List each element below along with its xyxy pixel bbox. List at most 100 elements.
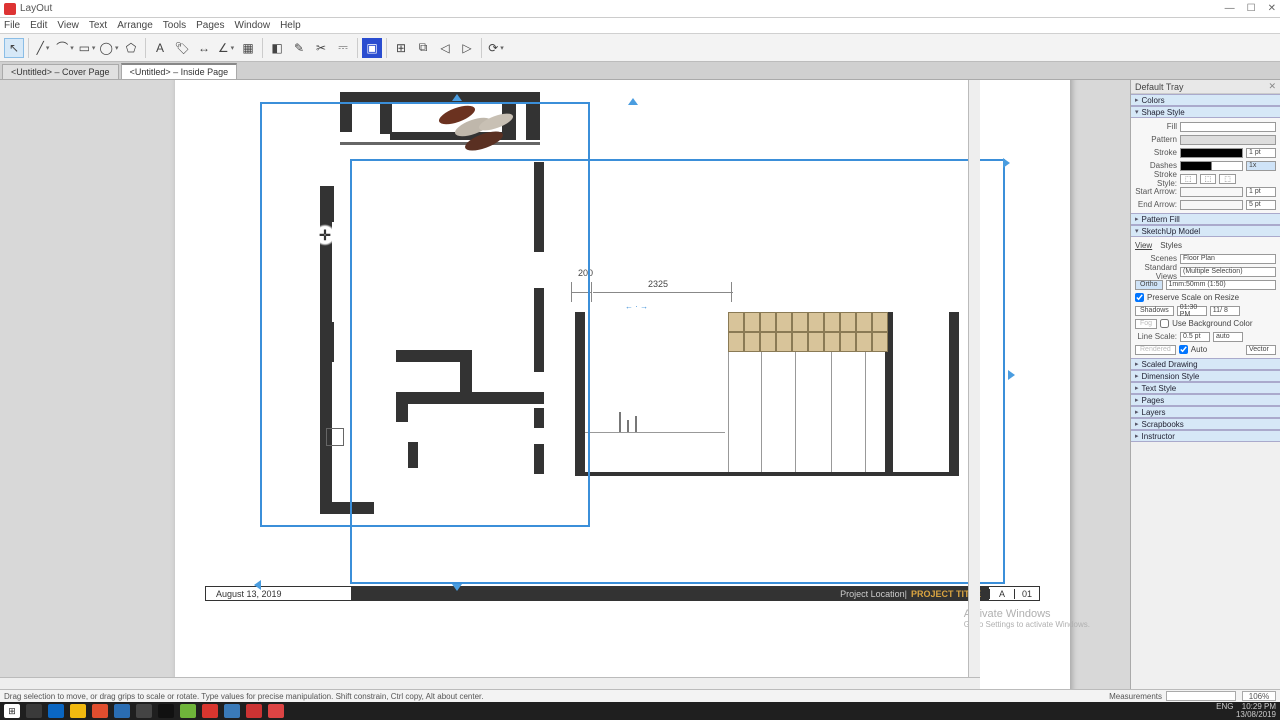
tab-inside-page[interactable]: <Untitled> – Inside Page [121, 63, 238, 79]
grip-north[interactable] [452, 94, 462, 101]
panel-layers[interactable]: Layers [1131, 406, 1280, 418]
app-icon-1[interactable] [114, 704, 130, 718]
menu-text[interactable]: Text [89, 20, 107, 31]
chrome-icon[interactable] [92, 704, 108, 718]
app-icon-3[interactable] [202, 704, 218, 718]
select-tool[interactable]: ↖ [4, 38, 24, 58]
panel-pattern-fill[interactable]: Pattern Fill [1131, 213, 1280, 225]
separator [145, 38, 146, 58]
menu-pages[interactable]: Pages [196, 20, 224, 31]
project-location: Project Location [840, 589, 905, 599]
app-icon-2[interactable] [180, 704, 196, 718]
grip-south[interactable] [452, 584, 462, 591]
split-tool[interactable]: ✂ [311, 38, 331, 58]
status-bar: Drag selection to move, or drag grips to… [0, 689, 1280, 702]
sketchup-icon[interactable] [246, 704, 262, 718]
tray-titlebar[interactable]: Default Tray✕ [1131, 80, 1280, 94]
separator [357, 38, 358, 58]
panel-scaled-drawing[interactable]: Scaled Drawing [1131, 358, 1280, 370]
next-page-button[interactable]: ▷ [457, 38, 477, 58]
tray-close-icon[interactable]: ✕ [1268, 81, 1276, 92]
panel-colors[interactable]: Colors [1131, 94, 1280, 106]
menu-arrange[interactable]: Arrange [117, 20, 153, 31]
menu-view[interactable]: View [57, 20, 79, 31]
panel-instructor[interactable]: Instructor [1131, 430, 1280, 442]
layout-icon[interactable] [268, 704, 284, 718]
eraser-tool[interactable]: ◧ [267, 38, 287, 58]
label-tool[interactable]: 🏷 [172, 38, 192, 58]
menu-edit[interactable]: Edit [30, 20, 47, 31]
app-icon-4[interactable] [224, 704, 240, 718]
panel-dimension-style[interactable]: Dimension Style [1131, 370, 1280, 382]
default-tray: Default Tray✕ Colors Shape Style Fill Pa… [1130, 80, 1280, 689]
canvas[interactable]: 200 2325 ← · → August 13, 2019 Project L… [0, 80, 1130, 689]
table-tool[interactable]: ▦ [238, 38, 258, 58]
prev-page-button[interactable]: ◁ [435, 38, 455, 58]
circle-tool[interactable]: ◯ [99, 38, 119, 58]
separator [262, 38, 263, 58]
ortho-button[interactable]: Ortho [1135, 280, 1163, 290]
bg-color-checkbox[interactable] [1160, 319, 1169, 328]
title-block: August 13, 2019 Project Location | PROJE… [205, 586, 1040, 601]
explorer-icon[interactable] [70, 704, 86, 718]
std-views-select[interactable]: (Multiple Selection) [1180, 267, 1276, 277]
minimize-button[interactable]: — [1225, 3, 1235, 14]
selection-group[interactable] [350, 159, 1005, 584]
sheet-date: August 13, 2019 [206, 589, 351, 599]
fog-button[interactable]: Fog [1135, 319, 1157, 329]
add-page-button[interactable]: ⊞ [391, 38, 411, 58]
join-tool[interactable]: ⎓ [333, 38, 353, 58]
menu-file[interactable]: File [4, 20, 20, 31]
steam-icon[interactable] [158, 704, 174, 718]
sm-view-tab[interactable]: View [1135, 241, 1152, 250]
preserve-scale-checkbox[interactable] [1135, 293, 1144, 302]
status-hint: Drag selection to move, or drag grips to… [4, 692, 1109, 701]
style-tool[interactable]: ✎ [289, 38, 309, 58]
separator [481, 38, 482, 58]
text-tool[interactable]: A [150, 38, 170, 58]
grip-sw[interactable] [254, 580, 261, 590]
panel-scrapbooks[interactable]: Scrapbooks [1131, 418, 1280, 430]
shape-style-body: Fill Pattern Stroke1 pt Dashes1x Stroke … [1131, 118, 1280, 213]
sheet-number: 01 [1014, 589, 1039, 599]
vertical-scrollbar[interactable] [968, 80, 980, 677]
polygon-tool[interactable]: ⬠ [121, 38, 141, 58]
maximize-button[interactable]: ☐ [1247, 3, 1256, 14]
angular-dim-tool[interactable]: ∠ [216, 38, 236, 58]
sm-styles-tab[interactable]: Styles [1160, 241, 1182, 250]
scenes-select[interactable]: Floor Plan [1180, 254, 1276, 264]
zoom-level[interactable]: 106% [1242, 691, 1276, 701]
arc-tool[interactable]: ⌒ [55, 38, 75, 58]
menu-help[interactable]: Help [280, 20, 301, 31]
panel-pages[interactable]: Pages [1131, 394, 1280, 406]
panel-text-style[interactable]: Text Style [1131, 382, 1280, 394]
settings-icon[interactable] [136, 704, 152, 718]
rect-tool[interactable]: ▭ [77, 38, 97, 58]
close-button[interactable]: ✕ [1268, 3, 1276, 14]
panel-sketchup-model[interactable]: SketchUp Model [1131, 225, 1280, 237]
horizontal-scrollbar[interactable] [0, 677, 980, 689]
presentation-button[interactable]: ▣ [362, 38, 382, 58]
grip-n2[interactable] [628, 98, 638, 105]
taskview-button[interactable] [26, 704, 42, 718]
edge-icon[interactable] [48, 704, 64, 718]
grip-east[interactable] [1008, 370, 1015, 380]
menu-tools[interactable]: Tools [163, 20, 186, 31]
dup-page-button[interactable]: ⧉ [413, 38, 433, 58]
auto-render-checkbox[interactable] [1179, 345, 1188, 354]
document-tabs: <Untitled> – Cover Page <Untitled> – Ins… [0, 62, 1280, 80]
rendered-button[interactable]: Rendered [1135, 345, 1176, 355]
panel-shape-style[interactable]: Shape Style [1131, 106, 1280, 118]
dimension-tool[interactable]: ↔ [194, 38, 214, 58]
start-button[interactable]: ⊞ [4, 704, 20, 718]
shadows-button[interactable]: Shadows [1135, 306, 1174, 316]
render-mode-select[interactable]: Vector [1246, 345, 1276, 355]
measurements-input[interactable] [1166, 691, 1236, 701]
render-button[interactable]: ⟳ [486, 38, 506, 58]
tab-cover-page[interactable]: <Untitled> – Cover Page [2, 64, 119, 79]
line-tool[interactable]: ╱ [33, 38, 53, 58]
grip-ne[interactable] [1003, 158, 1010, 168]
menu-window[interactable]: Window [235, 20, 271, 31]
systray[interactable]: ENG 10:29 PM 13/08/2019 [1216, 703, 1276, 719]
app-icon [4, 3, 16, 15]
